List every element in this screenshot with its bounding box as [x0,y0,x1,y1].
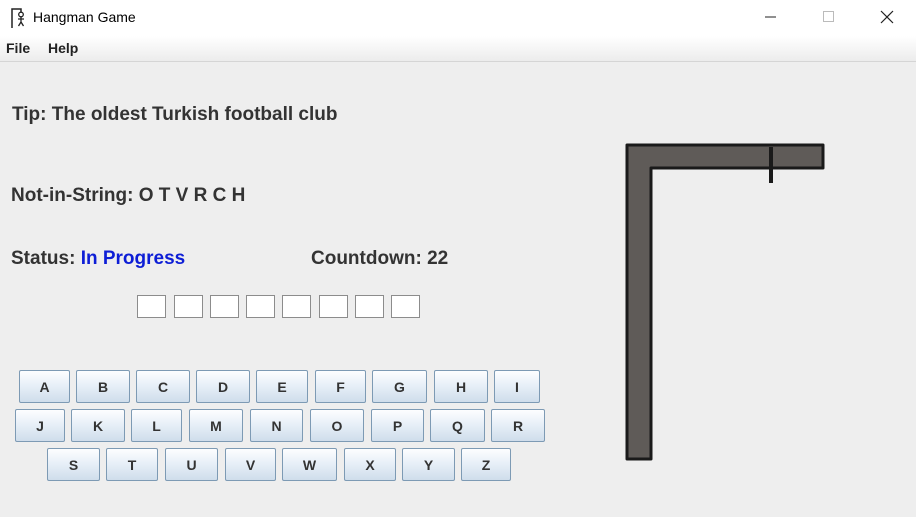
word-slot [319,295,348,318]
key-a[interactable]: A [19,370,70,403]
word-slot [282,295,311,318]
key-j[interactable]: J [15,409,65,442]
key-w[interactable]: W [282,448,337,481]
key-d[interactable]: D [196,370,250,403]
key-n[interactable]: N [250,409,303,442]
word-slot [137,295,166,318]
key-e[interactable]: E [256,370,308,403]
tip-line: Tip: The oldest Turkish football club [12,104,337,126]
status-value: In Progress [80,248,186,269]
key-k[interactable]: K [71,409,125,442]
menu-bar: File Help [0,36,916,62]
key-b[interactable]: B [76,370,130,403]
window-title: Hangman Game [33,9,136,25]
gallows-drawing [625,143,825,461]
key-h[interactable]: H [434,370,488,403]
close-icon [880,10,894,24]
status-label: Status: [11,248,76,269]
countdown-value: 22 [427,248,449,269]
key-r[interactable]: R [491,409,545,442]
not-in-string-label: Not-in-String: [11,185,134,206]
menu-help[interactable]: Help [48,40,78,56]
word-slot [174,295,203,318]
title-bar: Hangman Game [0,0,916,36]
key-t[interactable]: T [106,448,158,481]
key-u[interactable]: U [165,448,218,481]
close-button[interactable] [858,0,916,34]
key-v[interactable]: V [225,448,276,481]
minimize-button[interactable] [742,0,800,34]
minimize-icon [765,16,776,18]
word-slot [355,295,384,318]
not-in-string-letters: O T V R C H [138,185,246,206]
word-slot [391,295,420,318]
maximize-icon [823,11,834,22]
word-slot [246,295,275,318]
word-slot [210,295,239,318]
key-c[interactable]: C [136,370,190,403]
tip-label: Tip: [12,104,47,125]
key-s[interactable]: S [47,448,100,481]
key-y[interactable]: Y [402,448,455,481]
key-i[interactable]: I [494,370,540,403]
countdown-line: Countdown: 22 [311,248,448,270]
status-line: Status: In Progress [11,248,185,270]
countdown-label: Countdown: [311,248,422,269]
not-in-string-line: Not-in-String: O T V R C H [11,185,245,207]
key-q[interactable]: Q [430,409,485,442]
key-f[interactable]: F [315,370,366,403]
key-x[interactable]: X [344,448,396,481]
gallows-frame [625,143,825,461]
key-m[interactable]: M [189,409,243,442]
menu-file[interactable]: File [6,40,30,56]
hangman-app-icon [11,8,25,28]
key-o[interactable]: O [310,409,364,442]
maximize-button[interactable] [800,0,858,34]
key-g[interactable]: G [372,370,427,403]
tip-text: The oldest Turkish football club [51,104,338,125]
key-z[interactable]: Z [461,448,511,481]
key-p[interactable]: P [371,409,424,442]
key-l[interactable]: L [131,409,182,442]
